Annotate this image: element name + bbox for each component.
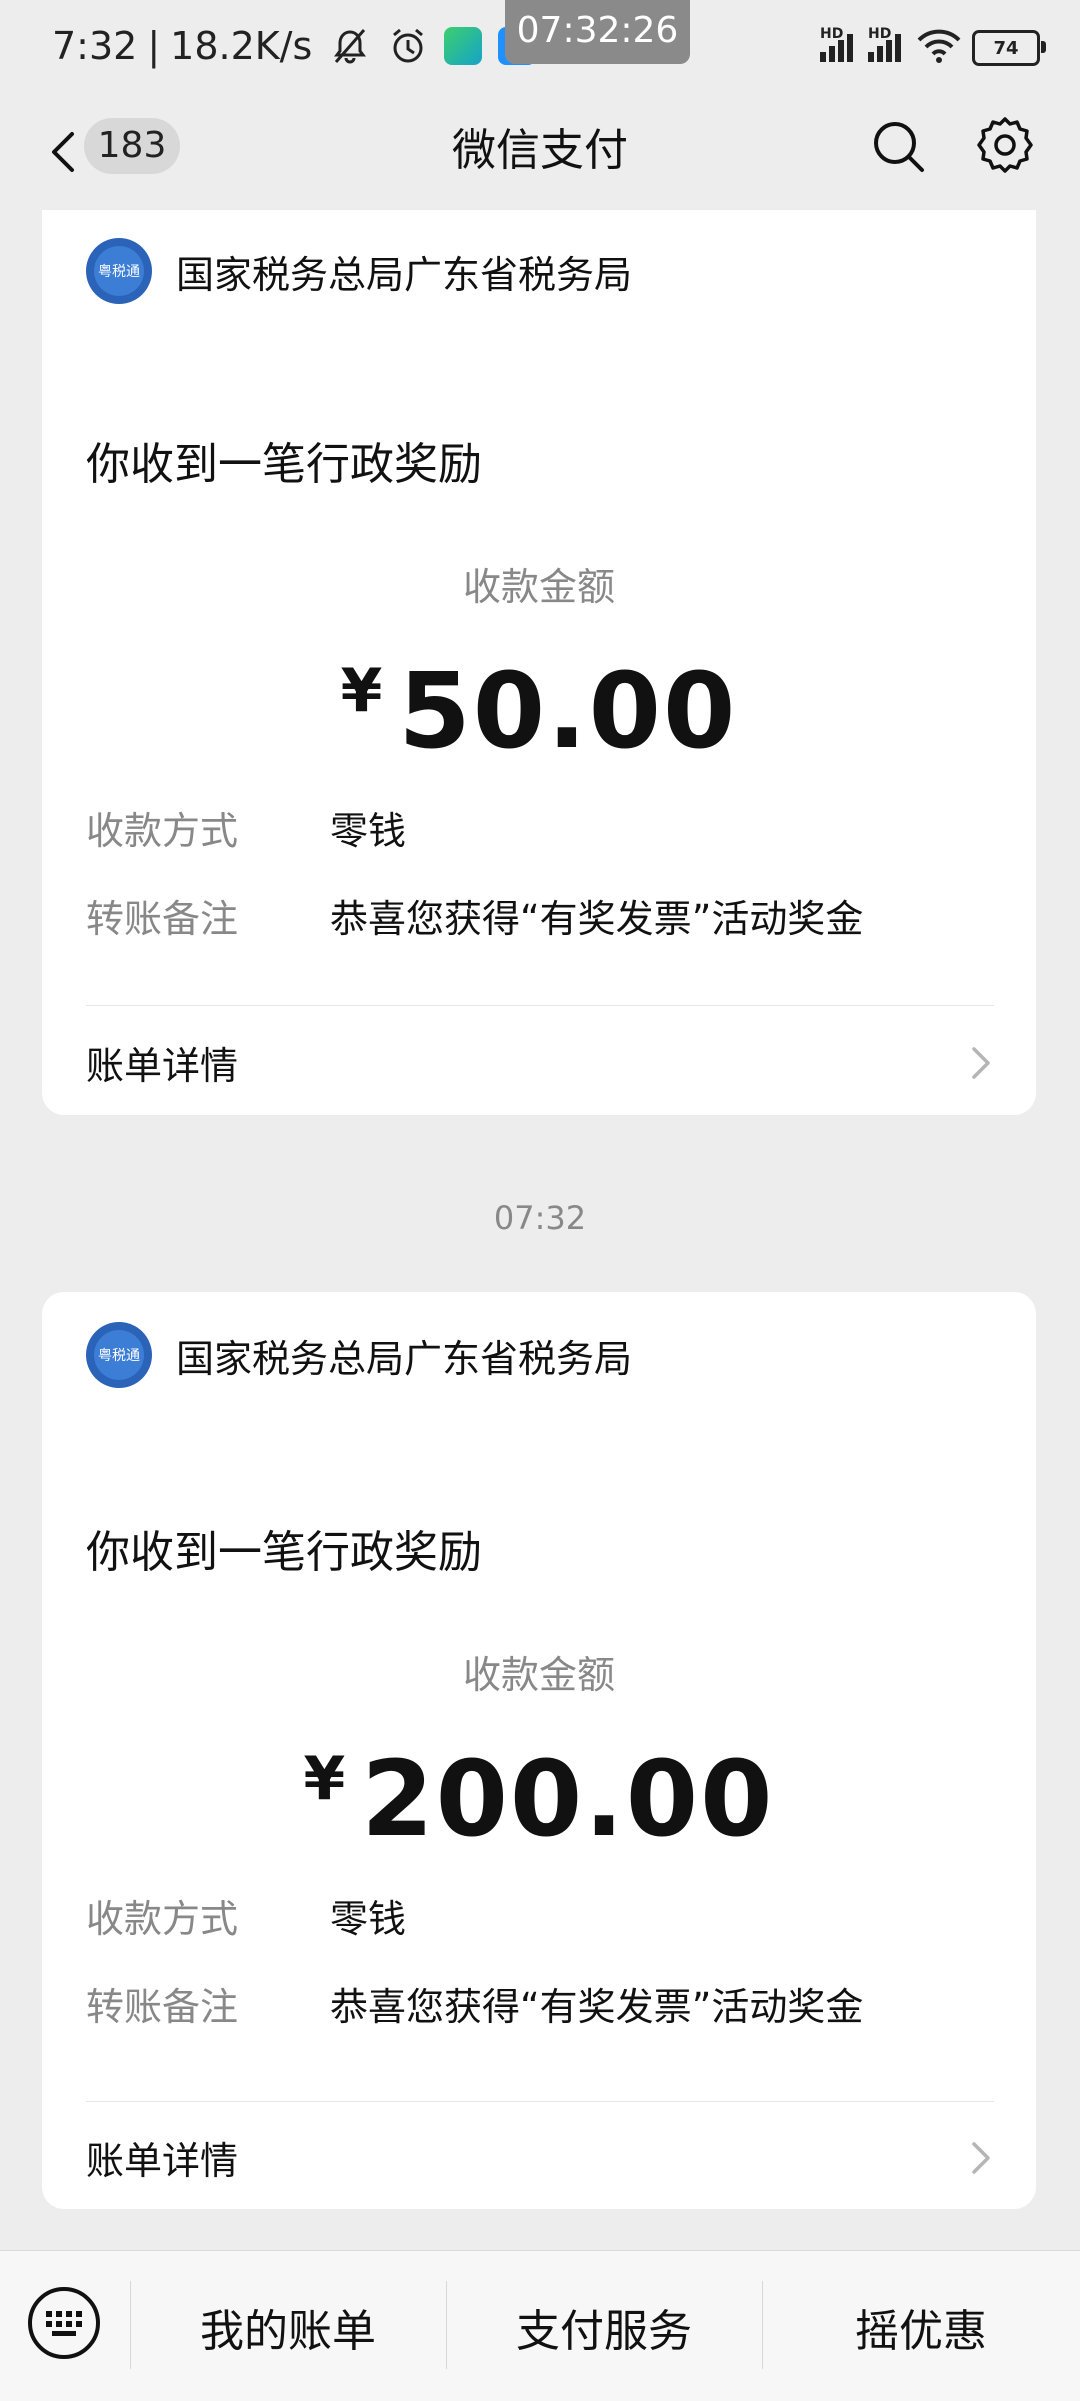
bill-details-link[interactable]: 账单详情 — [86, 2110, 994, 2200]
bill-details-label: 账单详情 — [86, 2139, 239, 2183]
bill-details-link[interactable]: 账单详情 — [86, 1015, 994, 1105]
payment-method-row: 收款方式 零钱 — [86, 800, 406, 855]
divider — [86, 1005, 994, 1006]
app-icon — [444, 27, 483, 65]
payment-method-row: 收款方式 零钱 — [86, 1888, 406, 1943]
transfer-note-label: 转账备注 — [86, 897, 239, 941]
mute-icon — [330, 26, 370, 66]
transfer-note-row: 转账备注 恭喜您获得“有奖发票”活动奖金 — [86, 888, 863, 943]
amount-row: ¥50.00 — [42, 650, 1036, 772]
signal-hd-label: HD — [820, 26, 844, 42]
sender-name: 国家税务总局广东省税务局 — [176, 1336, 633, 1381]
signal-icon: HD — [820, 26, 856, 62]
unread-count-badge[interactable]: 183 — [84, 118, 180, 174]
payment-message-card[interactable]: 粤税通 国家税务总局广东省税务局 你收到一笔行政奖励 收款金额 ¥50.00 收… — [42, 210, 1036, 1115]
currency-symbol: ¥ — [303, 1744, 346, 1814]
status-right: HD HD 74 — [820, 26, 1046, 68]
payment-method-label: 收款方式 — [86, 1897, 239, 1941]
amount-label: 收款金额 — [462, 1653, 615, 1697]
network-speed: 18.2K/s — [170, 24, 313, 68]
sender-row: 粤税通 国家税务总局广东省税务局 — [86, 1322, 632, 1388]
sender-row: 粤税通 国家税务总局广东省税务局 — [86, 238, 632, 304]
divider — [86, 2101, 994, 2102]
notification-title: 你收到一笔行政奖励 — [86, 439, 482, 490]
amount-value: 200.00 — [361, 1738, 775, 1860]
status-left: 7:32 | 18.2K/s ↑ — [52, 24, 537, 68]
transfer-note-value: 恭喜您获得“有奖发票”活动奖金 — [330, 1985, 864, 2029]
amount-row: ¥200.00 — [42, 1738, 1036, 1860]
bottom-menu-bar: 我的账单 支付服务 摇优惠 — [0, 2250, 1080, 2401]
menu-payment-services[interactable]: 支付服务 — [446, 2295, 762, 2359]
bill-details-label: 账单详情 — [86, 1044, 239, 1088]
battery-level: 74 — [993, 37, 1019, 59]
chevron-right-icon — [966, 1043, 994, 1083]
signal-icon: HD — [868, 26, 904, 62]
battery-icon: 74 — [972, 30, 1046, 66]
currency-symbol: ¥ — [340, 656, 383, 726]
notification-title: 你收到一笔行政奖励 — [86, 1527, 482, 1578]
tax-bureau-logo-icon: 粤税通 — [86, 1322, 152, 1388]
tax-bureau-logo-icon: 粤税通 — [86, 238, 152, 304]
signal-hd-label: HD — [868, 26, 892, 42]
payment-method-value: 零钱 — [330, 809, 407, 853]
message-timestamp: 07:32 — [493, 1199, 587, 1237]
menu-shake-offers[interactable]: 摇优惠 — [762, 2295, 1080, 2359]
alarm-icon — [388, 26, 428, 66]
status-time: 7:32 — [52, 24, 138, 68]
payment-method-label: 收款方式 — [86, 809, 239, 853]
transfer-note-label: 转账备注 — [86, 1985, 239, 2029]
search-icon[interactable] — [868, 116, 928, 176]
menu-my-bills[interactable]: 我的账单 — [130, 2295, 446, 2359]
wifi-icon — [916, 28, 962, 68]
amount-label: 收款金额 — [462, 565, 615, 609]
sender-name: 国家税务总局广东省税务局 — [176, 252, 633, 297]
chevron-right-icon — [966, 2138, 994, 2178]
transfer-note-row: 转账备注 恭喜您获得“有奖发票”活动奖金 — [86, 1976, 863, 2031]
clock-overlay: 07:32:26 — [505, 0, 690, 64]
keyboard-icon[interactable] — [26, 2285, 102, 2361]
amount-value: 50.00 — [398, 650, 738, 772]
status-bar: 7:32 | 18.2K/s ↑ 07:32:26 HD — [0, 0, 1080, 100]
header: 183 微信支付 — [0, 100, 1080, 210]
status-separator: | — [147, 24, 161, 68]
transfer-note-value: 恭喜您获得“有奖发票”活动奖金 — [330, 897, 864, 941]
payment-method-value: 零钱 — [330, 1897, 407, 1941]
settings-icon[interactable] — [974, 114, 1036, 176]
payment-message-card[interactable]: 粤税通 国家税务总局广东省税务局 你收到一笔行政奖励 收款金额 ¥200.00 … — [42, 1292, 1036, 2209]
